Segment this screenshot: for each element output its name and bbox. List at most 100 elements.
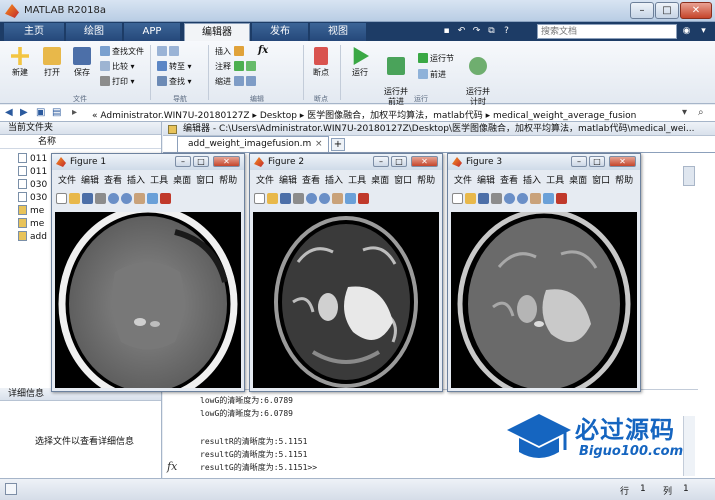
menu-tools[interactable]: 工具 (546, 176, 564, 186)
fx-button[interactable]: fx (258, 45, 268, 56)
run-button[interactable]: 运行 (346, 47, 374, 78)
save-icon[interactable] (280, 193, 291, 204)
maximize-button[interactable]: □ (391, 156, 407, 167)
new-button[interactable]: 新建 (6, 47, 34, 78)
up-folder-icon[interactable]: ▣ (36, 107, 45, 118)
menu-window[interactable]: 窗口 (394, 176, 412, 186)
menu-view[interactable]: 查看 (500, 176, 518, 186)
list-item[interactable]: 030 (18, 179, 47, 190)
indent-button[interactable]: 缩进 (215, 76, 258, 87)
zoom-out-icon[interactable] (517, 193, 528, 204)
data-cursor-icon[interactable] (160, 193, 171, 204)
zoom-in-icon[interactable] (108, 193, 119, 204)
undo-icon[interactable]: ↶ (455, 25, 468, 38)
menu-view[interactable]: 查看 (302, 176, 320, 186)
menu-edit[interactable]: 编辑 (81, 176, 99, 186)
nav-arrows[interactable] (157, 46, 181, 56)
search-input[interactable] (537, 24, 677, 39)
rotate-icon[interactable] (147, 193, 158, 204)
tab-apps[interactable]: APP (124, 23, 180, 41)
print-button[interactable]: 打印 ▾ (100, 76, 135, 87)
list-item[interactable]: 011 (18, 153, 47, 164)
tab-plots[interactable]: 绘图 (66, 23, 122, 41)
forward-arrow-icon[interactable]: ▶ (20, 107, 28, 118)
browse-folder-icon[interactable]: ▤ (52, 107, 61, 118)
rotate-icon[interactable] (543, 193, 554, 204)
data-cursor-icon[interactable] (358, 193, 369, 204)
name-column-header[interactable]: 名称 (0, 136, 161, 149)
close-button[interactable]: ✕ (213, 156, 240, 167)
menu-help[interactable]: 帮助 (417, 176, 435, 186)
redo-icon[interactable]: ↷ (470, 25, 483, 38)
list-item[interactable]: 011 (18, 166, 47, 177)
advance-button[interactable]: 前进 (418, 69, 446, 80)
print-icon[interactable] (293, 193, 304, 204)
figure-window-1[interactable]: Figure 1 – □ ✕ 文件 编辑 查看 插入 工具 桌面 窗口 帮助 (51, 153, 245, 392)
list-item[interactable]: me (18, 205, 44, 216)
menu-tools[interactable]: 工具 (150, 176, 168, 186)
zoom-in-icon[interactable] (504, 193, 515, 204)
close-tab-icon[interactable]: × (315, 139, 323, 149)
open-button[interactable]: 打开 (38, 47, 66, 78)
goto-button[interactable]: 转至 ▾ (157, 61, 192, 72)
new-figure-icon[interactable] (254, 193, 265, 204)
editor-file-tab[interactable]: add_weight_imagefusion.m (177, 136, 329, 152)
menu-insert[interactable]: 插入 (325, 176, 343, 186)
status-grip-icon[interactable] (5, 483, 17, 495)
minimize-button[interactable]: – (571, 156, 587, 167)
menu-help[interactable]: 帮助 (615, 176, 633, 186)
run-section-button[interactable]: 运行节 (418, 53, 454, 64)
tab-view[interactable]: 视图 (310, 23, 366, 41)
path-dropdown-icon[interactable]: ▾ (682, 107, 687, 118)
open-icon[interactable] (465, 193, 476, 204)
pan-icon[interactable] (332, 193, 343, 204)
menu-tools[interactable]: 工具 (348, 176, 366, 186)
maximize-button[interactable]: □ (193, 156, 209, 167)
open-icon[interactable] (267, 193, 278, 204)
new-figure-icon[interactable] (452, 193, 463, 204)
menu-file[interactable]: 文件 (256, 176, 274, 186)
zoom-out-icon[interactable] (319, 193, 330, 204)
close-button[interactable]: ✕ (609, 156, 636, 167)
list-item[interactable]: 030 (18, 192, 47, 203)
menu-edit[interactable]: 编辑 (279, 176, 297, 186)
figure-window-3[interactable]: Figure 3 – □ ✕ 文件 编辑 查看 插入 工具 桌面 窗口 帮助 (447, 153, 641, 392)
fx-icon[interactable]: fx (167, 460, 177, 473)
rotate-icon[interactable] (345, 193, 356, 204)
breakpoints-button[interactable]: 断点 (306, 47, 336, 78)
open-icon[interactable] (69, 193, 80, 204)
minimize-button[interactable]: – (630, 2, 654, 19)
menu-insert[interactable]: 插入 (127, 176, 145, 186)
menu-window[interactable]: 窗口 (592, 176, 610, 186)
menu-file[interactable]: 文件 (58, 176, 76, 186)
print-icon[interactable] (95, 193, 106, 204)
ribbon-collapse-icon[interactable]: ▾ (697, 25, 710, 38)
list-item[interactable]: add (18, 231, 47, 242)
switch-windows-icon[interactable]: ⧉ (485, 25, 498, 38)
help-icon[interactable]: ? (500, 25, 513, 38)
save-quick-icon[interactable]: ▪ (440, 25, 453, 38)
new-tab-button[interactable]: + (331, 138, 345, 151)
editor-scrollbar-thumb[interactable] (683, 166, 695, 186)
menu-window[interactable]: 窗口 (196, 176, 214, 186)
zoom-in-icon[interactable] (306, 193, 317, 204)
new-figure-icon[interactable] (56, 193, 67, 204)
save-icon[interactable] (82, 193, 93, 204)
current-path[interactable]: « Administrator.WIN7U-20180127Z ▸ Deskto… (92, 108, 636, 121)
menu-help[interactable]: 帮助 (219, 176, 237, 186)
data-cursor-icon[interactable] (556, 193, 567, 204)
close-button[interactable]: ✕ (411, 156, 438, 167)
tab-publish[interactable]: 发布 (252, 23, 308, 41)
path-search-icon[interactable]: ⌕ (698, 107, 704, 118)
figure-window-2[interactable]: Figure 2 – □ ✕ 文件 编辑 查看 插入 工具 桌面 窗口 帮助 (249, 153, 443, 392)
pan-icon[interactable] (134, 193, 145, 204)
menu-view[interactable]: 查看 (104, 176, 122, 186)
menu-desktop[interactable]: 桌面 (173, 176, 191, 186)
community-icon[interactable]: ◉ (680, 25, 693, 38)
menu-desktop[interactable]: 桌面 (569, 176, 587, 186)
close-button[interactable]: ✕ (680, 2, 712, 19)
back-arrow-icon[interactable]: ◀ (5, 107, 13, 118)
find-files-button[interactable]: 查找文件 (100, 46, 144, 57)
command-prompt[interactable]: resultG的清晰度为:5.1151>> (200, 462, 317, 473)
menu-desktop[interactable]: 桌面 (371, 176, 389, 186)
